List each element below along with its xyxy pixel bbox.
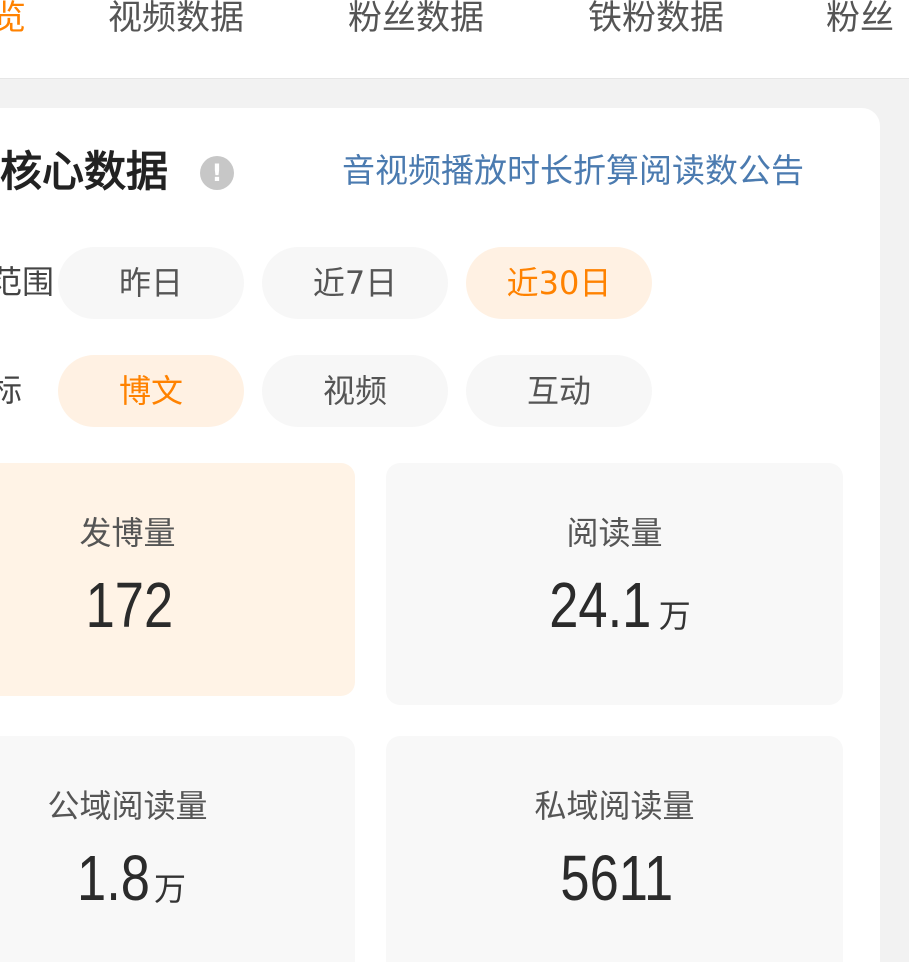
metric-number: 172: [85, 569, 174, 641]
metric-posts-button[interactable]: 博文: [58, 355, 244, 427]
section-title: 核心数据: [0, 147, 169, 196]
metric-video-button[interactable]: 视频: [262, 355, 448, 427]
metric-interaction-button[interactable]: 互动: [466, 355, 652, 427]
metric-number: 24.1: [549, 569, 652, 641]
range-30days-button[interactable]: 近30日: [466, 247, 652, 319]
top-tab-bar: 览 视频数据 粉丝数据 铁粉数据 粉丝: [0, 0, 909, 79]
range-label: 范围: [0, 263, 55, 301]
metric-label: 发博量: [79, 514, 176, 552]
range-yesterday-button[interactable]: 昨日: [58, 247, 244, 319]
metric-value: 5611: [386, 842, 843, 931]
metric-type-label: 标: [0, 371, 23, 409]
tab-video-data[interactable]: 视频数据: [108, 0, 244, 40]
metric-card-public-reads[interactable]: 公域阅读量 1.8 万: [0, 736, 355, 962]
metric-label: 阅读量: [566, 514, 663, 552]
tab-iron-fans-data[interactable]: 铁粉数据: [588, 0, 724, 40]
metric-value: 24.1 万: [386, 569, 843, 658]
tab-fans-more[interactable]: 粉丝: [826, 0, 894, 40]
metric-label: 私域阅读量: [534, 787, 695, 825]
metric-value: 172: [0, 569, 355, 658]
metric-number: 1.8: [77, 842, 150, 914]
metric-value: 1.8 万: [0, 842, 355, 931]
metric-unit: 万: [153, 870, 186, 908]
metric-unit: 万: [658, 597, 691, 635]
duration-notice-link[interactable]: 音视频播放时长折算阅读数公告: [342, 148, 804, 194]
metric-number: 5611: [560, 842, 673, 914]
metric-card-posts[interactable]: 发博量 172: [0, 463, 355, 696]
tab-fans-data[interactable]: 粉丝数据: [348, 0, 484, 40]
weibo-data-center-screen: 览 视频数据 粉丝数据 铁粉数据 粉丝 核心数据 ! 音视频播放时长折算阅读数公…: [0, 0, 909, 962]
tab-overview[interactable]: 览: [0, 0, 26, 40]
metric-card-private-reads[interactable]: 私域阅读量 5611: [386, 736, 843, 962]
metric-card-reads[interactable]: 阅读量 24.1 万: [386, 463, 843, 705]
range-7days-button[interactable]: 近7日: [262, 247, 448, 319]
info-icon[interactable]: !: [200, 156, 234, 190]
metric-label: 公域阅读量: [47, 787, 208, 825]
